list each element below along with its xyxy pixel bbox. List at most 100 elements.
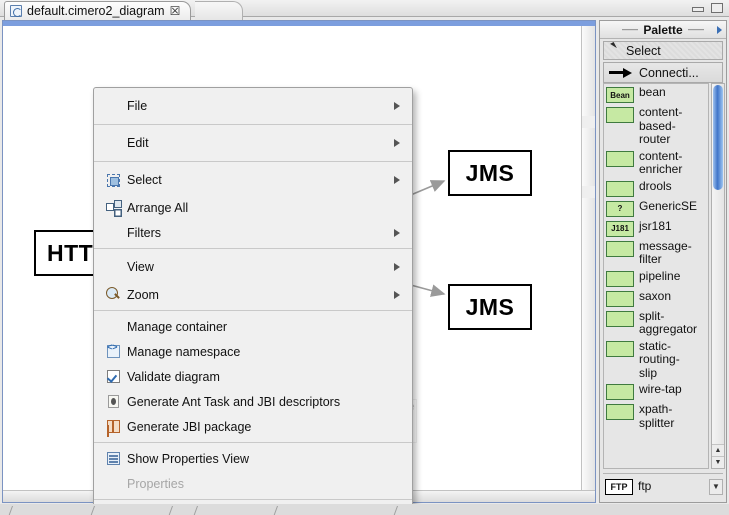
palette-item-jsr181[interactable]: J181 jsr181: [604, 218, 708, 238]
palette-tool-connection[interactable]: Connecti...: [603, 62, 723, 83]
palette-item-pipeline[interactable]: pipeline: [604, 268, 708, 288]
menu-item-label: Validate diagram: [127, 369, 220, 384]
palette-tool-label: Select: [626, 43, 661, 58]
palette-tool-select[interactable]: Select: [603, 41, 723, 60]
palette-title: Palette: [643, 22, 683, 37]
menu-separator: [94, 161, 412, 162]
editor-tab-diagram[interactable]: default.cimero2_diagram ☒: [4, 1, 192, 20]
palette-item-xpath-splitter[interactable]: xpath- splitter: [604, 401, 708, 431]
package-icon: [106, 419, 121, 434]
menu-item-edit[interactable]: Edit: [94, 128, 412, 158]
palette-item-icon: ?: [606, 200, 634, 217]
menu-item-view[interactable]: View: [94, 252, 412, 282]
palette-item-icon: [606, 340, 634, 357]
palette-item-genericse[interactable]: ? GenericSE: [604, 198, 708, 218]
palette-item-split-aggregator[interactable]: split- aggregator: [604, 308, 708, 338]
menu-item-select[interactable]: Select: [94, 165, 412, 195]
menu-item-label: File: [127, 99, 148, 113]
palette-item-label: message- filter: [639, 238, 692, 266]
maximize-button[interactable]: [711, 3, 723, 13]
submenu-arrow-icon: [394, 228, 400, 237]
palette-item-static-routing-slip[interactable]: static- routing- slip: [604, 338, 708, 382]
menu-item-manage-namespace[interactable]: Manage namespace: [94, 339, 412, 364]
palette-item-label: content- based- router: [639, 105, 683, 146]
diagram-editor: This is a cool little note HTTP JMS JMS …: [2, 20, 596, 515]
canvas-vertical-scrollbar[interactable]: [581, 26, 595, 490]
menu-item-label: Generate JBI package: [127, 419, 252, 434]
submenu-arrow-icon: [394, 290, 400, 299]
menu-item-manage-container[interactable]: Manage container: [94, 314, 412, 339]
menu-icon-placeholder: [106, 136, 121, 151]
scroll-mark: [582, 186, 595, 198]
palette-item-list[interactable]: Bean bean content- based- router content- e…: [603, 83, 709, 469]
palette-item-icon: [606, 404, 634, 420]
minimize-button[interactable]: [692, 7, 704, 12]
menu-item-zoom[interactable]: Zoom: [94, 282, 412, 307]
menu-separator: [94, 310, 412, 311]
palette-item-drools[interactable]: drools: [604, 178, 708, 198]
tab-strip-tail: [195, 1, 243, 20]
palette-item-wire-tap[interactable]: wire-tap: [604, 381, 708, 401]
palette-item-icon: [606, 270, 634, 287]
palette-item-label: ftp: [638, 478, 652, 493]
palette-grip-left: [622, 28, 639, 31]
palette-item-icon: [606, 107, 634, 123]
menu-item-label: Zoom: [127, 287, 159, 302]
palette-item-ftp[interactable]: FTP ftp ▼: [603, 473, 723, 499]
menu-separator: [94, 124, 412, 125]
menu-item-generate-ant-task-and-jbi-descriptors[interactable]: Generate Ant Task and JBI descriptors: [94, 389, 412, 414]
ant-icon: [106, 394, 121, 409]
menu-item-arrange-all[interactable]: Arrange All: [94, 195, 412, 220]
menu-item-validate-diagram[interactable]: Validate diagram: [94, 364, 412, 389]
palette-item-label: static- routing- slip: [639, 338, 680, 380]
context-menu[interactable]: File Edit Select Arrange All Filters View Zoom…: [93, 87, 413, 515]
close-icon[interactable]: ☒: [170, 4, 181, 18]
scroll-mark: [582, 116, 595, 128]
palette-collapse-icon[interactable]: [717, 25, 722, 34]
scroll-down-icon[interactable]: ▼: [712, 456, 724, 468]
submenu-arrow-icon: [394, 263, 400, 271]
select-icon: [106, 173, 121, 188]
palette-scroll-thumb[interactable]: [713, 85, 723, 190]
menu-icon-placeholder: [106, 319, 121, 334]
connection-arrow-icon: [608, 66, 634, 79]
scroll-up-icon[interactable]: ▲: [712, 444, 724, 456]
palette-item-content-based-router[interactable]: content- based- router: [604, 104, 708, 148]
diagram-node-jms-2[interactable]: JMS: [448, 284, 532, 330]
palette-item-label: split- aggregator: [639, 308, 698, 336]
menu-item-generate-jbi-package[interactable]: Generate JBI package: [94, 414, 412, 439]
palette-item-label: saxon: [639, 288, 672, 303]
menu-separator: [94, 442, 412, 443]
menu-item-file[interactable]: File: [94, 91, 412, 121]
menu-item-filters[interactable]: Filters: [94, 220, 412, 245]
submenu-arrow-icon: [394, 176, 400, 184]
palette-grip-right: [687, 28, 704, 31]
palette-item-label: jsr181: [639, 218, 672, 233]
palette-item-content-enricher[interactable]: content- enricher: [604, 148, 708, 178]
palette-item-icon: [606, 150, 634, 167]
menu-item-show-properties-view[interactable]: Show Properties View: [94, 446, 412, 471]
palette-item-message-filter[interactable]: message- filter: [604, 238, 708, 268]
menu-item-label: Filters: [127, 225, 162, 240]
bottom-tab-strip: [0, 504, 729, 515]
diagram-file-icon: [10, 5, 22, 17]
palette-scrollbar[interactable]: ▲ ▼: [711, 83, 725, 469]
palette-item-saxon[interactable]: saxon: [604, 288, 708, 308]
palette-item-bean[interactable]: Bean bean: [604, 84, 708, 104]
palette-spinner-icon[interactable]: ▼: [709, 478, 723, 495]
menu-separator: [94, 248, 412, 249]
zoom-icon: [106, 287, 121, 302]
palette-item-icon: Bean: [606, 87, 634, 103]
application-window: default.cimero2_diagram ☒ This is a cool…: [0, 0, 729, 515]
menu-item-label: Manage namespace: [127, 344, 241, 359]
menu-separator: [94, 499, 412, 500]
menu-item-label: Show Properties View: [127, 451, 250, 466]
menu-item-label: Properties: [127, 476, 184, 491]
menu-icon-placeholder: [106, 225, 121, 240]
arrange-icon: [106, 200, 122, 215]
menu-item-properties: Properties: [94, 471, 412, 496]
submenu-arrow-icon: [394, 139, 400, 147]
palette-item-label: drools: [639, 178, 672, 193]
namespace-icon: [106, 342, 121, 359]
diagram-node-jms-1[interactable]: JMS: [448, 150, 532, 196]
